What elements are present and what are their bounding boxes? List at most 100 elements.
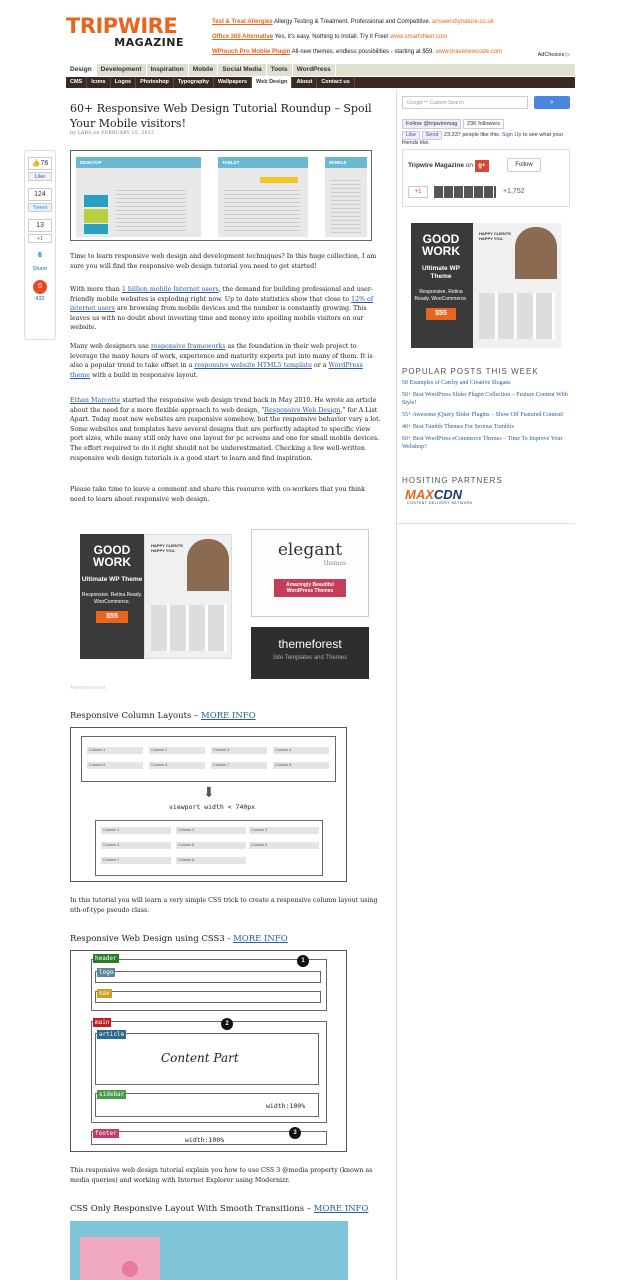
ad-title[interactable]: Office 365 Alternative (212, 34, 273, 40)
more-info-link[interactable]: MORE INFO (314, 1204, 369, 1214)
sidebar-goodwork-ad[interactable]: GOOD WORK Ultimate WP Theme Responsive. … (411, 223, 561, 348)
sidebar-goodwork-desc: Responsive. Retina Ready. WooCommerce. (414, 289, 468, 302)
goodwork-ad[interactable]: GOOD WORK Ultimate WP Theme Responsive. … (80, 534, 144, 659)
popular-post-link[interactable]: 50+ Best WordPress Slider Plugin Collect… (402, 391, 572, 407)
search-input[interactable]: Google™ Custom Search (402, 96, 528, 109)
paragraph-intro: Time to learn responsive web design and … (70, 253, 377, 270)
more-info-link[interactable]: MORE INFO (233, 934, 288, 944)
column-cell: Column 7 (211, 762, 267, 769)
step-number: 1 (297, 955, 309, 967)
more-info-link[interactable]: MORE INFO (201, 711, 256, 721)
column-cell: Column 8 (176, 857, 246, 864)
ad-line[interactable]: WPtouch Pro Mobile Plugin All-new themes… (212, 45, 572, 60)
subnav-item-icons[interactable]: Icons (87, 77, 111, 88)
fb-like-button[interactable]: Like (402, 131, 421, 140)
tag-sidebar: sidebar (97, 1090, 127, 1099)
twitter-follow-button[interactable]: Follow @tripwiremag (402, 119, 462, 129)
subnav-item-contact[interactable]: Contact us (317, 77, 355, 88)
elegant-themes-ad[interactable]: elegant themes Amazingly Beautiful WordP… (251, 529, 369, 617)
nav-item-design[interactable]: Design (66, 64, 97, 76)
share-bar: 👍76 Like 124 Tweet 13 +1 6 Share S 432 (24, 150, 56, 340)
subnav-item-web-design[interactable]: Web Design (252, 77, 293, 88)
tablet-label: TABLET (218, 157, 308, 168)
column-layout-figure: Column 1 Column 2 Column 3 Column 4 Colu… (70, 727, 347, 882)
linkedin-share-button[interactable]: Share (28, 265, 52, 274)
section-heading: CSS Only Responsive Layout With Smooth T… (70, 1204, 369, 1214)
fb-send-button[interactable]: Send (421, 131, 443, 140)
tag-header: header (93, 954, 119, 963)
themeforest-sub: Site Templates and Themes (272, 655, 348, 661)
tablet-mockup: TABLET (218, 157, 308, 237)
column-cell: Column 7 (101, 857, 171, 864)
ad-url[interactable]: answersbynature.co.uk (432, 19, 494, 25)
link-responsive-frameworks[interactable]: responsive frameworks (151, 343, 225, 350)
adchoices-link[interactable]: AdChoices ▷ (538, 52, 570, 58)
tweet-button[interactable]: Tweet (28, 203, 52, 212)
subnav-item-photoshop[interactable]: Photoshop (136, 77, 174, 88)
twitter-follow: Follow @tripwiremag 23K followers (402, 119, 504, 129)
ad-url[interactable]: www.bravenewcode.com (436, 49, 502, 55)
popular-post-link[interactable]: 60+ Best WordPress eCommerce Themes – Ti… (402, 435, 572, 451)
nav-item-tools[interactable]: Tools (267, 64, 293, 76)
twitter-followers: 23K followers (462, 119, 504, 129)
nav-item-inspiration[interactable]: Inspiration (147, 64, 189, 76)
popular-post-link[interactable]: 50 Examples of Catchy and Creative Sloga… (402, 379, 572, 387)
ad-title[interactable]: Test & Treat Allergies (212, 19, 273, 25)
popular-post-link[interactable]: 40+ Best Tumblr Themes For Serious Tumbl… (402, 423, 572, 431)
subnav-item-typography[interactable]: Typography (174, 77, 214, 88)
sidebar-goodwork-banner: HAPPY CLIENTS HAPPY YOU. (479, 231, 511, 241)
search-button[interactable]: ⌕ (534, 96, 570, 109)
ad-url[interactable]: www.smartsheet.com (390, 34, 447, 40)
fb-signup-link[interactable]: Sign Up (502, 132, 522, 138)
nav-item-wordpress[interactable]: WordPress (293, 64, 336, 76)
step-number: 3 (289, 1127, 301, 1139)
plusone-button[interactable]: +1 (28, 234, 52, 243)
column-cell: Column 5 (87, 762, 143, 769)
gp-count: +1,752 (503, 188, 525, 195)
section-heading: Responsive Column Layouts – MORE INFO (70, 711, 256, 721)
facebook-like-button[interactable]: Like (28, 172, 52, 181)
subnav-item-cms[interactable]: CMS (66, 77, 88, 88)
maxcdn-tagline: CONTENT DELIVERY NETWORK (407, 501, 473, 505)
sidebar-rule (397, 523, 575, 524)
ad-line[interactable]: Office 365 Alternative Yes, it's easy. N… (212, 30, 572, 45)
nav-item-development[interactable]: Development (97, 64, 147, 76)
nav-item-social-media[interactable]: Social Media (218, 64, 267, 76)
gp-avatars (434, 186, 496, 198)
subnav-item-logos[interactable]: Logos (111, 77, 137, 88)
ad-line[interactable]: Test & Treat Allergies Allergy Testing &… (212, 15, 572, 30)
goodwork-preview[interactable]: HAPPY CLIENTS HAPPY YOU. (144, 534, 232, 659)
subnav-item-wallpapers[interactable]: Wallpapers (214, 77, 253, 88)
desktop-mockup: DESKTOP (76, 157, 201, 237)
section-heading: Responsive Web Design using CSS3 - MORE … (70, 934, 288, 944)
tag-footer: footer (93, 1129, 119, 1138)
link-responsive-web-design[interactable]: Responsive Web Design (264, 407, 340, 414)
plusone-count: 13 (28, 219, 52, 232)
google-plus-icon: g+ (474, 160, 489, 172)
logo-text-top: TRIPWIRE (66, 14, 178, 38)
section-description: In this tutorial you will learn a very s… (70, 897, 378, 914)
maxcdn-logo[interactable]: MAXCDN (405, 488, 462, 501)
sidebar-goodwork-heading: GOOD WORK (422, 232, 460, 258)
link-ethan-marcotte[interactable]: Ethan Marcotte (70, 397, 120, 404)
ad-title[interactable]: WPtouch Pro Mobile Plugin (212, 49, 290, 55)
ad-text: All-new themes, endless possibilities - … (290, 49, 436, 55)
subnav-item-about[interactable]: About (292, 77, 318, 88)
gp-name[interactable]: Tripwire Magazine (408, 162, 464, 169)
themeforest-ad[interactable]: themeforest Site Templates and Themes (251, 627, 369, 679)
site-logo[interactable]: TRIPWIRE MAGAZINE (66, 14, 184, 50)
column-cell: Column 3 (249, 827, 319, 834)
popular-post-link[interactable]: 55+ Awesome jQuery Slider Plugins – Show… (402, 411, 572, 419)
linkedin-count: 6 (38, 252, 42, 259)
nav-item-mobile[interactable]: Mobile (189, 64, 219, 76)
goodwork-desc: Responsive. Retina Ready. WooCommerce. (81, 592, 143, 605)
gp-plusone-button[interactable]: +1 (408, 186, 428, 198)
stumbleupon-icon[interactable]: S (33, 280, 47, 294)
goodwork-heading: GOOD WORK (93, 543, 131, 569)
hero-image: DESKTOP TABLET MOBILE (70, 150, 372, 241)
goodwork-price: $55 (96, 611, 128, 623)
desktop-label: DESKTOP (76, 157, 201, 168)
gp-follow-button[interactable]: Follow (507, 158, 541, 172)
link-billion-users[interactable]: 1 billion mobile Internet users (122, 286, 219, 293)
link-html5-template[interactable]: responsive website HTML5 template (194, 362, 312, 369)
